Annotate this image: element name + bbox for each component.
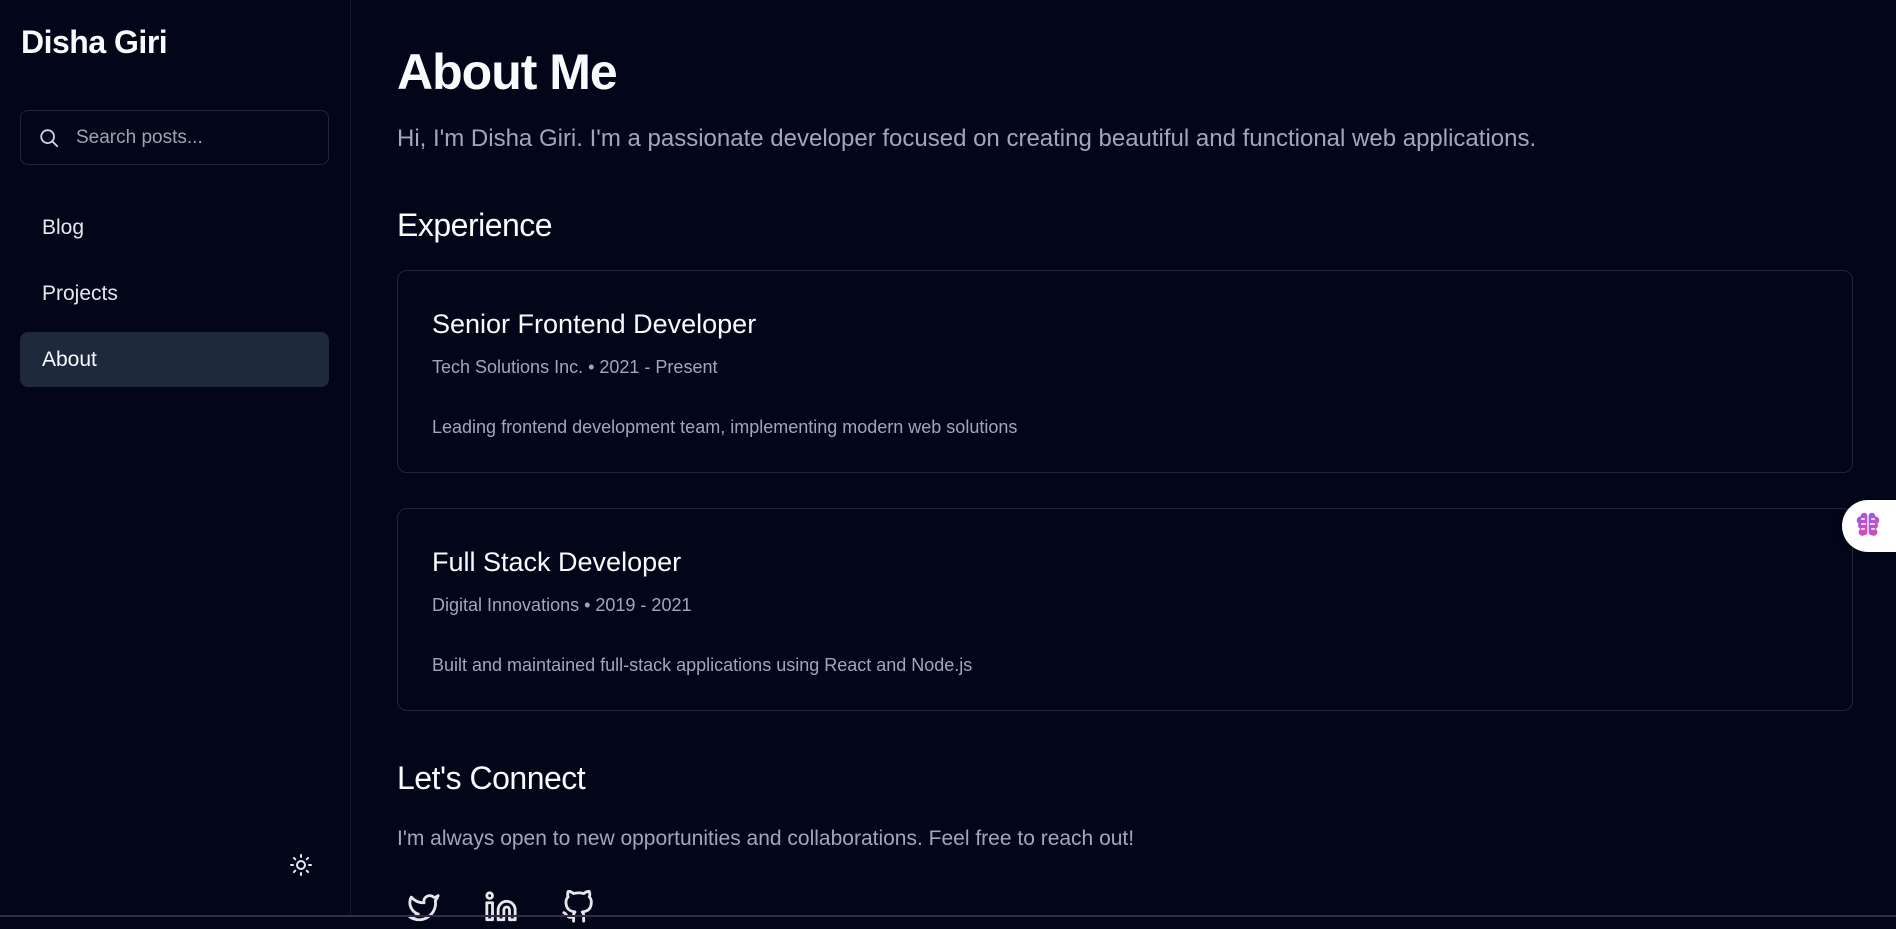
experience-heading: Experience [397,207,553,243]
experience-role: Senior Frontend Developer [432,309,757,339]
github-link[interactable] [561,889,595,924]
sidebar-item-label: About [42,347,97,371]
sidebar-nav: Blog Projects About [20,200,329,398]
linkedin-link[interactable] [484,890,518,924]
sidebar-item-label: Projects [42,281,118,305]
search-icon [38,126,62,150]
sidebar-item-blog[interactable]: Blog [20,200,329,255]
experience-description: Leading frontend development team, imple… [432,417,1018,437]
theme-toggle-button[interactable] [289,853,313,877]
site-brand[interactable]: Disha Giri [21,24,168,61]
connect-heading: Let's Connect [397,760,586,796]
search-box[interactable] [20,110,329,165]
experience-card: Full Stack Developer Digital Innovations… [397,508,1853,711]
page-title: About Me [397,44,618,100]
intro-text: Hi, I'm Disha Giri. I'm a passionate dev… [397,125,1537,152]
experience-meta: Digital Innovations • 2019 - 2021 [432,595,692,615]
github-icon [561,889,595,928]
sidebar-item-label: Blog [42,215,85,239]
twitter-link[interactable] [407,890,441,924]
connect-text: I'm always open to new opportunities and… [397,827,1135,850]
search-input[interactable] [74,125,318,150]
twitter-icon [407,894,441,928]
experience-card: Senior Frontend Developer Tech Solutions… [397,270,1853,473]
linkedin-icon [484,891,518,928]
floating-assistant-button[interactable] [1842,500,1896,552]
sidebar-item-about[interactable]: About [20,332,329,387]
sidebar-item-projects[interactable]: Projects [20,266,329,321]
experience-description: Built and maintained full-stack applicat… [432,655,973,675]
sidebar: Disha Giri Blog Projects About [0,0,351,917]
experience-role: Full Stack Developer [432,547,682,577]
sun-icon [289,854,313,881]
brain-icon [1853,509,1883,544]
experience-meta: Tech Solutions Inc. • 2021 - Present [432,357,718,377]
